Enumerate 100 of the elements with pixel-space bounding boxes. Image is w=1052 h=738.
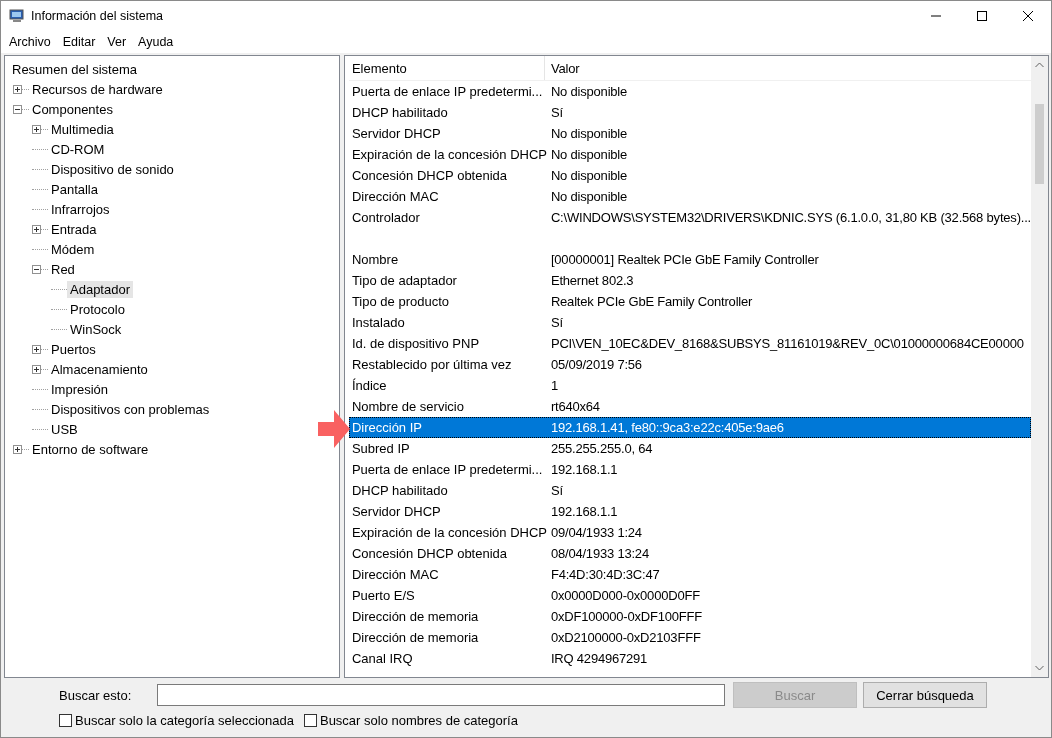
table-cell-text: Puerta de enlace IP predetermi... (350, 84, 544, 99)
table-cell-text: Concesión DHCP obtenida (350, 168, 509, 183)
tree-item[interactable]: Dispositivo de sonido (48, 160, 177, 178)
table-row[interactable]: Servidor DHCP 192.168.1.1 (348, 501, 1031, 522)
table-cell-text: C:\WINDOWS\SYSTEM32\DRIVERS\KDNIC.SYS (6.1.0.0, 31,80 KB (32.568 bytes)... (549, 210, 1031, 225)
tree-item[interactable]: Almacenamiento (48, 360, 151, 378)
table-row[interactable]: DHCP habilitado Sí (348, 480, 1031, 501)
table-row[interactable]: Controlador C:\WINDOWS\SYSTEM32\DRIVERS\KDNIC.SYS (6.1.0.0, 31,80 KB (32.568 bytes)... (348, 207, 1031, 228)
menu-item[interactable]: Editar (56, 35, 102, 49)
tree-item[interactable]: Entorno de software (29, 440, 152, 458)
tree-item[interactable]: Pantalla (48, 180, 101, 198)
table-row[interactable]: Restablecido por última vez 05/09/2019 7:56 (348, 354, 1031, 375)
table-row[interactable]: Dirección de memoria 0xD2100000-0xD2103FFF (348, 627, 1031, 648)
table-cell-text: 1 (549, 378, 558, 393)
table-cell-text: F4:4D:30:4D:3C:47 (549, 567, 660, 582)
table-row[interactable]: Expiración de la concesión DHCP No disponible (348, 144, 1031, 165)
table-cell-text: Sí (549, 105, 563, 120)
table-cell-text: Realtek PCIe GbE Family Controller (549, 294, 753, 309)
table-row[interactable]: Dirección MAC F4:4D:30:4D:3C:47 (348, 564, 1031, 585)
tree-item[interactable]: Puertos (48, 340, 99, 358)
tree-item[interactable]: Protocolo (67, 300, 128, 318)
table-cell-text: No disponible (549, 189, 628, 204)
expander-icon[interactable] (13, 84, 22, 94)
table-row[interactable]: Nombre de servicio rt640x64 (348, 396, 1031, 417)
table-cell-text: PCI\VEN_10EC&DEV_8168&SUBSYS_81161019&REV_0C\01000000684CE00000 (549, 336, 1024, 351)
checkbox-label[interactable]: Buscar solo nombres de categoría (319, 713, 518, 728)
table-row[interactable]: Índice 1 (348, 375, 1031, 396)
expander-icon[interactable] (32, 224, 41, 234)
tree-item[interactable]: Adaptador (67, 280, 133, 298)
table-cell-text: Nombre (350, 252, 400, 267)
table-cell-text: Dirección MAC (350, 567, 440, 582)
column-header[interactable]: Elemento (348, 56, 545, 80)
table-row[interactable]: Nombre [00000001] Realtek PCIe GbE Family Controller (348, 249, 1031, 270)
tree-item[interactable]: Infrarrojos (48, 200, 113, 218)
table-row[interactable]: Servidor DHCP No disponible (348, 123, 1031, 144)
checkbox[interactable] (59, 714, 72, 727)
table-cell-text: 192.168.1.1 (549, 504, 618, 519)
window-title: Información del sistema (31, 9, 163, 23)
table-cell-text: Dirección de memoria (350, 630, 480, 645)
tree-item[interactable]: Multimedia (48, 120, 117, 138)
computer-icon (9, 8, 25, 24)
table-cell-text: No disponible (549, 84, 628, 99)
tree-item[interactable]: Recursos de hardware (29, 80, 166, 98)
tree-item[interactable]: Componentes (29, 100, 116, 118)
table-cell-text: 05/09/2019 7:56 (549, 357, 642, 372)
tree-item[interactable]: Red (48, 260, 78, 278)
table-row[interactable]: DHCP habilitado Sí (348, 102, 1031, 123)
table-row[interactable]: Expiración de la concesión DHCP 09/04/1933 1:24 (348, 522, 1031, 543)
table-cell-text: rt640x64 (549, 399, 600, 414)
table-row[interactable]: Tipo de producto Realtek PCIe GbE Family Controller (348, 291, 1031, 312)
table-row[interactable]: Concesión DHCP obtenida No disponible (348, 165, 1031, 186)
table-cell-text: 08/04/1933 13:24 (549, 546, 649, 561)
tree-item[interactable]: USB (48, 420, 81, 438)
table-cell-text: Tipo de adaptador (350, 273, 458, 288)
menu-item[interactable]: Archivo (3, 35, 57, 49)
table-row[interactable]: Puerta de enlace IP predetermi... No disponible (348, 81, 1031, 102)
table-row[interactable]: Canal IRQ IRQ 4294967291 (348, 648, 1031, 669)
table-cell-text: Sí (549, 315, 563, 330)
checkbox[interactable] (303, 714, 317, 727)
vertical-scrollbar[interactable] (1031, 56, 1048, 677)
tree-item[interactable]: Impresión (48, 380, 112, 398)
table-row[interactable]: Tipo de adaptador Ethernet 802.3 (348, 270, 1031, 291)
table-row[interactable]: Puerta de enlace IP predetermi... 192.168.1.1 (348, 459, 1031, 480)
table-row[interactable]: Concesión DHCP obtenida 08/04/1933 13:24 (348, 543, 1031, 564)
column-header[interactable]: Valor (544, 56, 580, 80)
tree-item[interactable]: Módem (48, 240, 98, 258)
tree-item[interactable]: Dispositivos con problemas (48, 400, 213, 418)
menu-item[interactable]: Ayuda (132, 35, 180, 49)
table-row[interactable]: Subred IP 255.255.255.0, 64 (348, 438, 1031, 459)
table-cell-text: Id. de dispositivo PNP (350, 336, 481, 351)
table-cell-text: Puerto E/S (350, 588, 416, 603)
table-row[interactable]: Id. de dispositivo PNP PCI\VEN_10EC&DEV_8168&SUBSYS_81161019&REV_0C\01000000684CE00000 (348, 333, 1031, 354)
menu-item[interactable]: Ver (101, 35, 133, 49)
expander-icon[interactable] (32, 124, 41, 134)
table-row[interactable]: Instalado Sí (348, 312, 1031, 333)
table-cell-text: Controlador (350, 210, 421, 225)
expander-icon[interactable] (32, 364, 41, 374)
checkbox-label[interactable]: Buscar solo la categoría seleccionada (75, 713, 294, 728)
table-cell-text: Puerta de enlace IP predetermi... (350, 462, 544, 477)
tree-item[interactable]: CD-ROM (48, 140, 108, 158)
table-cell-text: No disponible (549, 168, 628, 183)
tree-item[interactable]: Entrada (48, 220, 100, 238)
close-search-button[interactable]: Cerrar búsqueda (863, 682, 987, 708)
expander-icon[interactable] (13, 444, 22, 454)
table-row[interactable]: Dirección de memoria 0xDF100000-0xDF100FFF (348, 606, 1031, 627)
search-field[interactable] (157, 684, 725, 706)
tree-item[interactable]: Resumen del sistema (9, 60, 140, 78)
table-cell-text: 09/04/1933 1:24 (549, 525, 642, 540)
tree-item[interactable]: WinSock (67, 320, 125, 338)
table-cell-text: Subred IP (350, 441, 411, 456)
table-row[interactable]: Dirección MAC No disponible (348, 186, 1031, 207)
expander-icon[interactable] (32, 264, 41, 274)
table-row[interactable]: Dirección IP 192.168.1.41, fe80::9ca3:e22c:405e:9ae6 (348, 417, 1031, 438)
table-cell-text: Expiración de la concesión DHCP (350, 525, 545, 540)
expander-icon[interactable] (32, 344, 41, 354)
maximize-icon (977, 11, 987, 21)
expander-icon[interactable] (13, 104, 22, 114)
table-cell-text: Canal IRQ (350, 651, 414, 666)
table-row[interactable]: Puerto E/S 0x0000D000-0x0000D0FF (348, 585, 1031, 606)
scrollbar-thumb[interactable] (1035, 104, 1044, 184)
